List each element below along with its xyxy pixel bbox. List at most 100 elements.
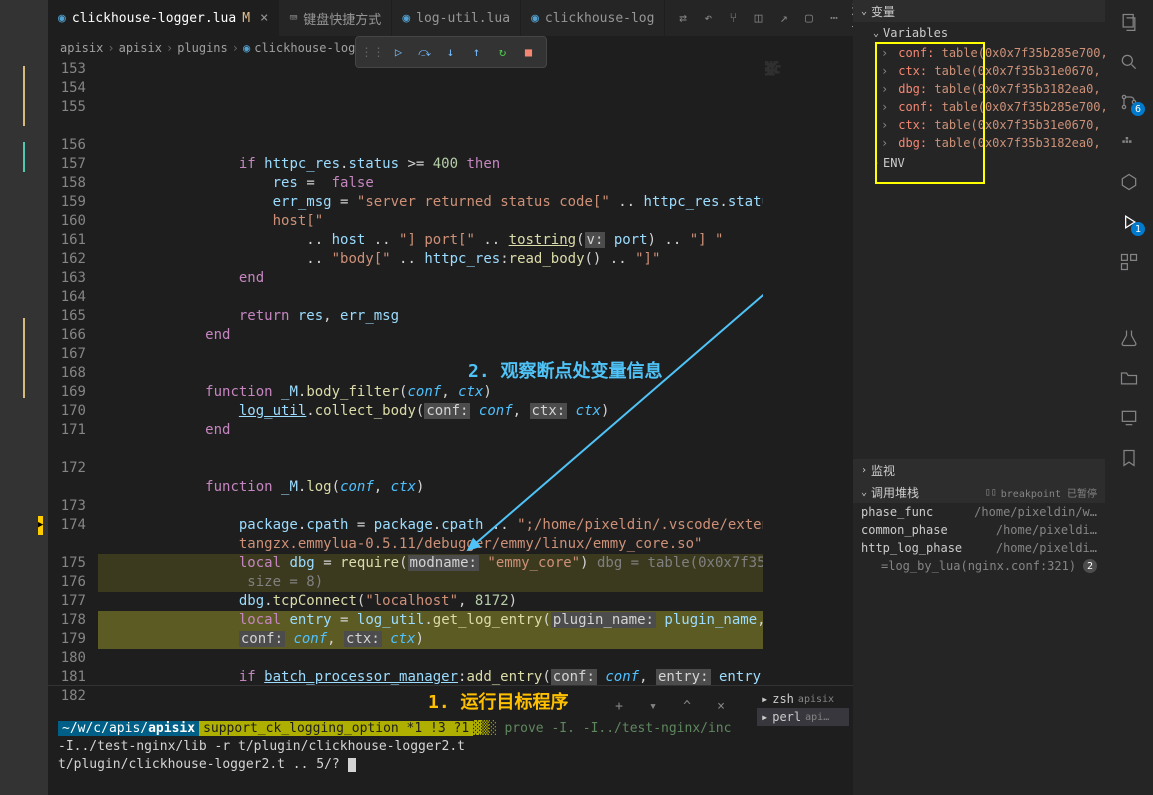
debug-icon[interactable]: 1 <box>1117 210 1141 234</box>
compare-icon[interactable]: ⇄ <box>675 9 690 27</box>
tab-keyboard-shortcuts[interactable]: ⌨ 键盘快捷方式 <box>279 0 392 36</box>
code-line[interactable] <box>98 497 763 516</box>
code-line-wrap[interactable]: host[" <box>98 212 763 231</box>
watch-header[interactable]: › 监视 <box>853 459 1105 481</box>
minimap[interactable]: ███ ██ ████ █████████ ██████ ████ ████ █… <box>763 60 853 685</box>
callstack-row[interactable]: =log_by_lua(nginx.conf:321)2 <box>853 557 1105 575</box>
tab-clickhouse-logger[interactable]: ◉ clickhouse-logger.lua M × <box>48 0 279 36</box>
code-area[interactable]: 2. 观察断点处变量信息 if httpc_res.status >= 400 … <box>98 60 763 685</box>
step-into-button[interactable]: ↓ <box>440 41 462 63</box>
step-over-button[interactable]: ⤼ <box>414 41 436 63</box>
chevron-right-icon: › <box>873 158 879 169</box>
variables-header[interactable]: ⌄ 变量 <box>853 0 1105 22</box>
code-line[interactable] <box>98 459 763 478</box>
terminal-cursor <box>348 758 356 772</box>
callstack-row[interactable]: phase_func/home/pixeldin/w… <box>853 503 1105 521</box>
close-icon[interactable]: × <box>260 10 268 26</box>
files-icon[interactable] <box>1117 10 1141 34</box>
code-line-wrap[interactable]: tangzx.emmylua-0.5.11/debugger/emmy/linu… <box>98 535 763 554</box>
variable-row[interactable]: › conf: table(0x0x7f35b285e700, siz… <box>853 98 1105 116</box>
code-line[interactable]: res = false <box>98 174 763 193</box>
code-line[interactable] <box>98 364 763 383</box>
branch-icon[interactable]: ⑂ <box>726 9 741 27</box>
tab-clickhouse-log-2[interactable]: ◉ clickhouse-log <box>521 0 665 36</box>
remote-icon[interactable] <box>1117 406 1141 430</box>
arrow-icon[interactable]: ↗ <box>776 9 791 27</box>
terminal-item-perl[interactable]: ▸ perl api… <box>757 708 849 726</box>
folder-icon[interactable] <box>1117 366 1141 390</box>
code-line[interactable]: end <box>98 421 763 440</box>
line-number: 180 <box>48 649 86 668</box>
code-line[interactable]: err_msg = "server returned status code["… <box>98 193 763 212</box>
code-line[interactable] <box>98 288 763 307</box>
terminal-cmd: prove -I. -I../test-nginx/inc <box>504 721 731 736</box>
layout-icon[interactable]: ▢ <box>801 9 816 27</box>
line-number: 157 <box>48 155 86 174</box>
callstack-row[interactable]: http_log_phase/home/pixeldi… <box>853 539 1105 557</box>
split-icon[interactable]: ◫ <box>751 9 766 27</box>
code-line[interactable]: package.cpath = package.cpath .. ";/home… <box>98 516 763 535</box>
code-line[interactable]: end <box>98 269 763 288</box>
extensions-icon[interactable] <box>1117 250 1141 274</box>
line-number: 167 <box>48 345 86 364</box>
search-icon[interactable] <box>1117 50 1141 74</box>
breadcrumb-item[interactable]: apisix <box>60 41 103 55</box>
add-terminal-button[interactable]: + <box>607 694 631 718</box>
breadcrumb[interactable]: apisix› apisix› plugins› ◉ clickhouse-lo… <box>48 36 853 60</box>
code-line[interactable]: end <box>98 326 763 345</box>
more-icon[interactable]: ⋯ <box>827 9 842 27</box>
code-line[interactable]: return res, err_msg <box>98 307 763 326</box>
code-line[interactable] <box>98 345 763 364</box>
code-line[interactable]: if batch_processor_manager:add_entry(con… <box>98 668 763 685</box>
variable-row[interactable]: › ctx: table(0x0x7f35b31e0670, siz… <box>853 62 1105 80</box>
terminal-item-zsh[interactable]: ▸ zsh apisix <box>757 690 849 708</box>
variable-row[interactable]: › conf: table(0x0x7f35b285e700, siz… <box>853 44 1105 62</box>
line-number: 154 <box>48 79 86 98</box>
callstack-header[interactable]: ⌄ 调用堆栈 ▯▯breakpoint 已暂停 <box>853 481 1105 503</box>
bookmark-icon[interactable] <box>1117 446 1141 470</box>
variable-row[interactable]: › dbg: table(0x0x7f35b3182ea0, siz… <box>853 80 1105 98</box>
env-section[interactable]: › ENV <box>853 152 1105 174</box>
terminal-content[interactable]: + ▾ ^ × 1. 运行目标程序 ~/w/c/apis/apisixsuppo… <box>48 686 753 795</box>
variable-row[interactable]: › dbg: table(0x0x7f35b3182ea0, siz… <box>853 134 1105 152</box>
code-line[interactable]: .. "body[" .. httpc_res:read_body() .. "… <box>98 250 763 269</box>
code-line[interactable]: function _M.body_filter(conf, ctx) <box>98 383 763 402</box>
restart-button[interactable]: ↻ <box>492 41 514 63</box>
code-line[interactable]: dbg.tcpConnect("localhost", 8172) <box>98 592 763 611</box>
variables-section[interactable]: ⌄ Variables <box>853 22 1105 44</box>
test-icon[interactable] <box>1117 326 1141 350</box>
code-line[interactable]: .. host .. "] port[" .. tostring(v: port… <box>98 231 763 250</box>
code-line-wrap[interactable]: conf: conf, ctx: ctx) <box>98 630 763 649</box>
breadcrumb-item[interactable]: plugins <box>177 41 228 55</box>
code-line-wrap[interactable]: size = 8) <box>98 573 763 592</box>
close-icon[interactable]: × <box>709 694 733 718</box>
code-line[interactable]: local dbg = require(modname: "emmy_core"… <box>98 554 763 573</box>
pause-icon: ▯▯ <box>985 487 997 498</box>
docker-icon[interactable] <box>1117 130 1141 154</box>
undo-icon[interactable]: ↶ <box>701 9 716 27</box>
code-line[interactable]: function _M.log(conf, ctx) <box>98 478 763 497</box>
callstack-row[interactable]: common_phase/home/pixeldi… <box>853 521 1105 539</box>
code-line[interactable] <box>98 440 763 459</box>
chevron-right-icon: › <box>861 465 867 476</box>
hex-icon[interactable] <box>1117 170 1141 194</box>
code-line[interactable]: local entry = log_util.get_log_entry(plu… <box>98 611 763 630</box>
editor[interactable]: 153154155 156157158159160161162163164165… <box>48 60 853 685</box>
activity-bar-right: 6 1 <box>1105 0 1153 795</box>
terminal-path: ~/w/c/apis/apisix <box>58 721 199 736</box>
keyboard-icon: ⌨ <box>289 11 297 26</box>
code-line[interactable]: log_util.collect_body(conf: conf, ctx: c… <box>98 402 763 421</box>
source-control-icon[interactable]: 6 <box>1117 90 1141 114</box>
terminal-line: t/plugin/clickhouse-logger2.t .. 5/? <box>58 757 340 772</box>
stop-button[interactable]: ■ <box>518 41 540 63</box>
code-line[interactable]: if httpc_res.status >= 400 then <box>98 155 763 174</box>
drag-handle-icon[interactable]: ⋮⋮ <box>362 41 384 63</box>
tab-log-util[interactable]: ◉ log-util.lua <box>392 0 521 36</box>
breadcrumb-item[interactable]: apisix <box>119 41 162 55</box>
chevron-down-icon[interactable]: ▾ <box>641 694 665 718</box>
step-out-button[interactable]: ↑ <box>466 41 488 63</box>
maximize-icon[interactable]: ^ <box>675 694 699 718</box>
code-line[interactable] <box>98 649 763 668</box>
continue-button[interactable]: ▷ <box>388 41 410 63</box>
variable-row[interactable]: › ctx: table(0x0x7f35b31e0670, siz… <box>853 116 1105 134</box>
